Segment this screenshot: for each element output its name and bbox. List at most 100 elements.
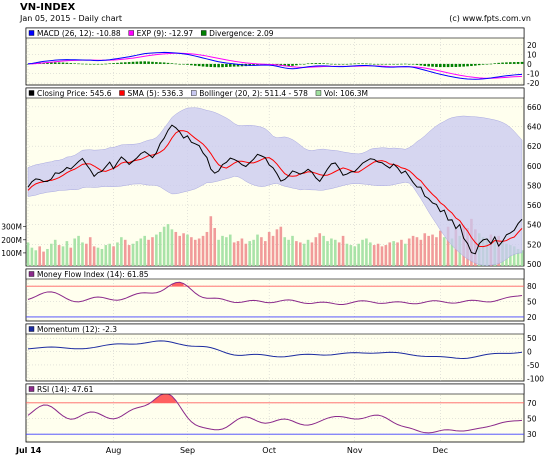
volume-bar [442, 237, 446, 266]
divergence-bar [170, 63, 174, 64]
price-ytick: 620 [527, 142, 542, 151]
divergence-bar [497, 62, 500, 64]
divergence-bar [415, 63, 419, 65]
divergence-bar [501, 62, 504, 64]
divergence-bar [217, 63, 220, 68]
divergence-bar [454, 63, 458, 67]
volume-bar [318, 233, 322, 266]
bollinger-legend-text: Bollinger (20, 2): 511.4 - 578 [199, 89, 308, 98]
divergence-bar [85, 63, 88, 65]
divergence-bar [431, 63, 434, 67]
momentum-ytick: -100 [527, 374, 544, 383]
volume-bar [275, 229, 279, 266]
momentum-ytick: -50 [527, 361, 539, 370]
volume-bar [112, 246, 115, 266]
mfi-legend-text: Money Flow Index (14): 61.85 [37, 270, 149, 279]
divergence-bar [73, 63, 76, 64]
divergence-bar [147, 61, 150, 64]
volume-bar [209, 216, 213, 266]
volume-bar [139, 238, 143, 266]
divergence-bar [392, 63, 395, 65]
volume-bar [166, 224, 170, 266]
volume-bar [260, 237, 263, 266]
volume-bar [295, 241, 298, 266]
divergence-bar [435, 63, 438, 67]
divergence-bar [123, 62, 127, 64]
volume-bar [151, 237, 154, 266]
volume-bar [322, 235, 325, 266]
mfi-ytick: 50 [527, 298, 537, 307]
volume-bar [252, 239, 255, 266]
volume-bar [372, 245, 376, 266]
volume-bar [162, 226, 166, 266]
volume-bar [240, 238, 244, 266]
divergence-bar [190, 63, 193, 66]
volume-bar [388, 242, 392, 266]
volume-bar [53, 239, 57, 266]
divergence-bar [427, 63, 430, 67]
volume-bar [407, 238, 411, 266]
volume-bar [384, 245, 388, 266]
volume-bar [330, 238, 333, 266]
volume-bar [368, 242, 372, 266]
volume-bar [108, 243, 111, 266]
volume-bar [232, 242, 236, 266]
divergence-bar [322, 63, 325, 64]
sma-legend-swatch [119, 90, 125, 96]
divergence-bar [174, 63, 178, 65]
divergence-bar [466, 63, 469, 67]
volume-bar [155, 234, 158, 266]
divergence-bar [108, 63, 111, 65]
divergence-bar [314, 63, 318, 64]
volume-bar [205, 231, 209, 266]
divergence-bar [368, 63, 372, 65]
volume-bar [431, 234, 434, 266]
volume-bar [92, 246, 96, 266]
divergence-bar [53, 62, 57, 64]
price-ytick: 540 [527, 221, 542, 230]
volume-bar [267, 231, 271, 266]
divergence-bar [178, 63, 182, 65]
volume-bar [263, 241, 267, 266]
divergence-bar [162, 62, 166, 64]
divergence-bar [400, 63, 403, 65]
volume-bar [190, 237, 193, 266]
volume-bar [61, 246, 65, 266]
volume-bar [271, 235, 275, 266]
volume-bar [228, 234, 232, 266]
divergence-bar [302, 63, 306, 65]
volume-bar [236, 241, 240, 266]
volume-bar [34, 250, 38, 266]
volume-bar [197, 238, 201, 266]
x-axis-label: Jul 14 [15, 446, 42, 455]
price-ytick: 640 [527, 123, 542, 132]
divergence-bar [155, 62, 158, 64]
divergence-bar [349, 63, 353, 65]
volume-bar [88, 237, 92, 266]
macd-ytick: 0 [527, 60, 532, 69]
volume-bar [337, 242, 341, 266]
volume-bar [42, 251, 45, 266]
divergence-bar [143, 61, 146, 64]
divergence-bar [474, 63, 477, 66]
divergence-bar [481, 63, 485, 65]
x-axis-label: Dec [433, 446, 448, 455]
chart-svg: -20-1001020MACD (26, 12): -10.88 EXP (9):… [1, 27, 544, 455]
divergence-bar [104, 63, 108, 65]
vol_up-legend-text: Vol: 106.3M [324, 89, 368, 98]
volume-bar [77, 235, 80, 266]
volume-bar [135, 241, 139, 266]
divergence-bar [197, 63, 201, 67]
momentum-ytick: 50 [527, 334, 537, 343]
volume-bar [38, 246, 41, 266]
divergence-bar [376, 63, 380, 65]
divergence-bar [337, 63, 341, 65]
divergence-bar [411, 63, 415, 65]
divergence-bar [477, 63, 481, 66]
rsi-ytick: 30 [527, 430, 537, 439]
volume-bar [182, 233, 185, 266]
volume-bar [306, 239, 310, 266]
divergence-bar [516, 62, 520, 64]
divergence-bar [512, 62, 516, 64]
divergence-bar [365, 63, 368, 65]
